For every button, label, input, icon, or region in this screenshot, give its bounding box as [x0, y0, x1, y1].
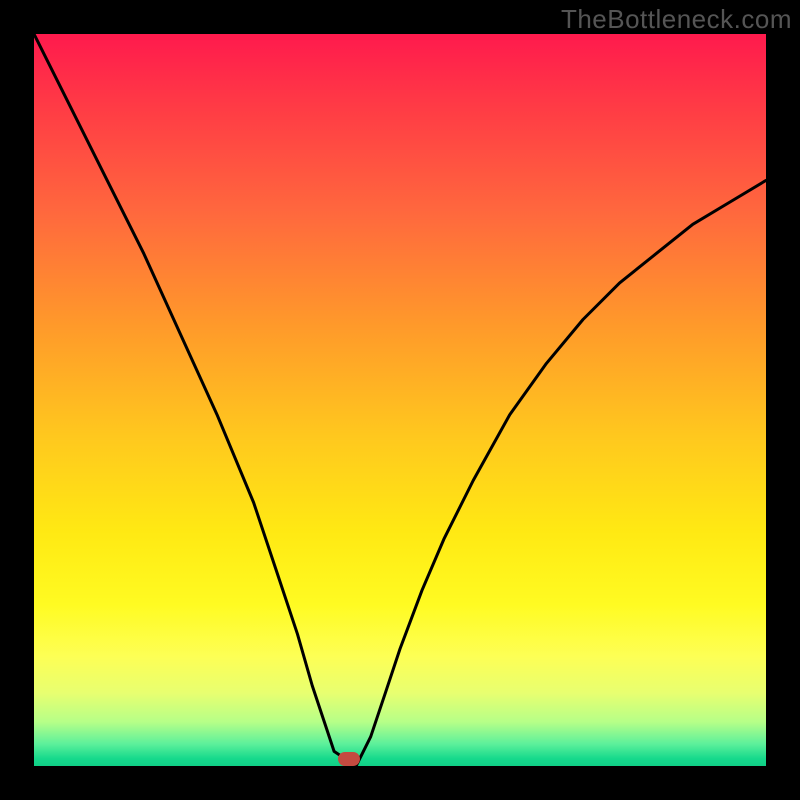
watermark-text: TheBottleneck.com [561, 4, 792, 35]
chart-frame: TheBottleneck.com [0, 0, 800, 800]
optimal-marker [338, 752, 360, 766]
plot-area [34, 34, 766, 766]
background-gradient [34, 34, 766, 766]
